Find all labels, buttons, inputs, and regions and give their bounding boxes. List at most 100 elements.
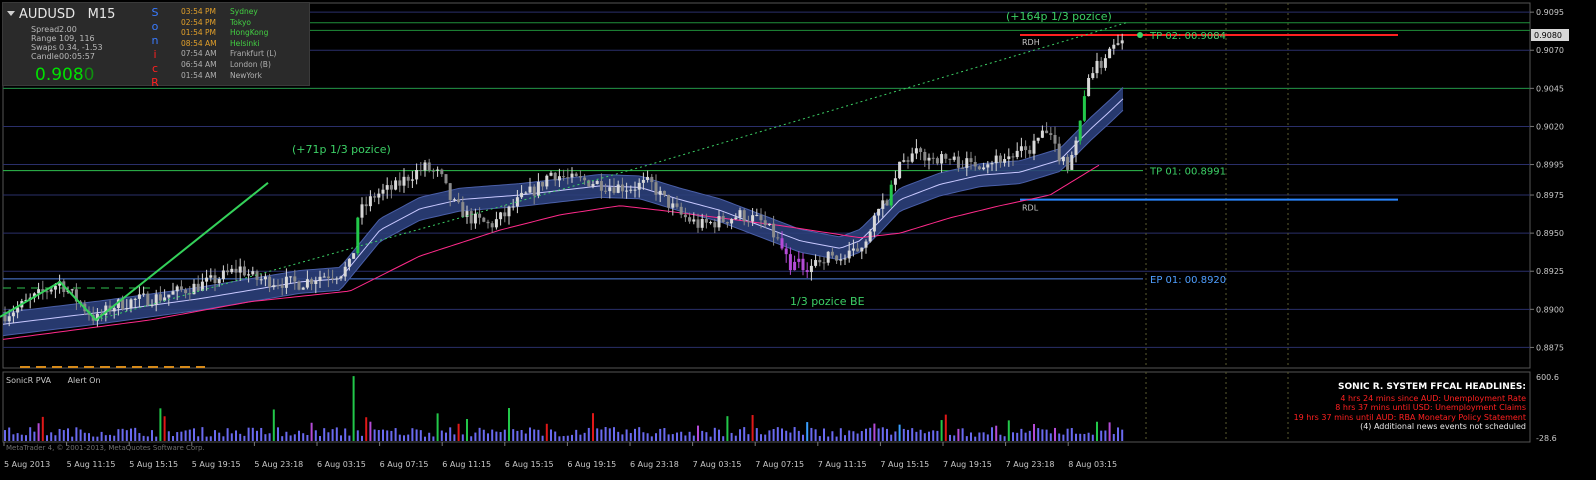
pva-alert-status: Alert On: [67, 376, 101, 385]
session-row: 03:54 PM Sydney: [181, 7, 276, 18]
candle-body: [1116, 43, 1120, 45]
session-time: 03:54 PM: [181, 7, 216, 16]
candle-body: [45, 291, 49, 293]
candle-body: [948, 158, 952, 160]
candle-body: [721, 216, 725, 223]
session-row: 01:54 AM NewYork: [181, 71, 276, 82]
candle-body: [1015, 150, 1019, 158]
candle-body: [746, 221, 750, 223]
y-tick-label: 0.8875: [1536, 343, 1564, 352]
candle-body: [679, 206, 683, 215]
candle-body: [394, 180, 398, 190]
candle-body: [163, 297, 167, 301]
candle-body: [809, 265, 813, 273]
candle-body: [549, 172, 553, 176]
candle-body: [709, 222, 713, 224]
candle-body: [982, 167, 986, 170]
candle-body: [738, 210, 742, 218]
candle-body: [881, 200, 885, 209]
candle-body: [1087, 77, 1091, 97]
candle-body: [440, 169, 444, 175]
rdh-label: RDH: [1022, 38, 1040, 47]
candle-body: [377, 193, 381, 198]
candle-body: [419, 170, 423, 172]
collapse-icon[interactable]: [7, 11, 15, 16]
candle-body: [150, 304, 154, 306]
candle-body: [179, 286, 183, 290]
candle-body: [507, 206, 511, 217]
candle-body: [805, 270, 809, 273]
sonic-letter: S: [151, 6, 159, 19]
candle-body: [268, 276, 272, 288]
candle-body: [1045, 130, 1049, 134]
annotation-be: 1/3 pozice BE: [790, 295, 865, 308]
candle-body: [301, 287, 305, 290]
candle-body: [230, 268, 234, 273]
candle-body: [415, 170, 419, 180]
symbol-name: AUDUSD: [19, 7, 76, 22]
candle-body: [788, 254, 792, 271]
sonic-letter: o: [151, 20, 159, 33]
candle-body: [251, 271, 255, 275]
candle-body: [532, 186, 536, 196]
candle-body: [158, 294, 162, 301]
candle-body: [923, 151, 927, 161]
symbol-info-panel: AUDUSD M15 Spread2.00 Range 109, 116 Swap…: [2, 2, 310, 89]
session-name: Helsinki: [230, 38, 260, 48]
candle-body: [604, 190, 608, 192]
candle-body: [242, 266, 246, 276]
candle-body: [784, 248, 788, 255]
y-tick-label: 0.8900: [1536, 305, 1564, 314]
candle-body: [125, 308, 129, 310]
x-tick-label: 7 Aug 15:15: [880, 460, 929, 469]
x-tick-label: 7 Aug 23:18: [1006, 460, 1055, 469]
candle-body: [646, 176, 650, 180]
candle-body: [385, 185, 389, 190]
candle-body: [637, 182, 641, 190]
candle-body: [360, 204, 364, 218]
candle-body: [184, 289, 188, 294]
headlines-footer: (4) Additional news events not scheduled: [1360, 422, 1526, 431]
x-tick-label: 6 Aug 15:15: [505, 460, 554, 469]
candle-body: [259, 279, 263, 281]
tp1-label: TP 01: 00.8991: [1149, 167, 1226, 178]
x-tick-label: 5 Aug 15:15: [129, 460, 178, 469]
candle-body: [402, 176, 406, 186]
candle-body: [1103, 58, 1107, 68]
candle-body: [990, 163, 994, 165]
candle-body: [112, 308, 116, 312]
headline-item: 8 hrs 37 mins until USD: Unemployment Cl…: [1335, 403, 1526, 412]
candle-body: [700, 218, 704, 228]
sonic-letter: n: [151, 34, 159, 47]
session-row: 08:54 AM Helsinki: [181, 39, 276, 50]
candle-body: [763, 220, 767, 226]
y-tick-label: 0.9045: [1536, 84, 1564, 93]
candle-body: [872, 215, 876, 232]
candle-body: [599, 181, 603, 191]
candle-body: [826, 251, 830, 263]
candle-body: [545, 175, 549, 187]
x-tick-label: 5 Aug 11:15: [67, 460, 116, 469]
headline-item: 19 hrs 37 mins until AUD: RBA Monetary P…: [1293, 412, 1526, 422]
candle-body: [868, 231, 872, 242]
candle-body: [835, 255, 839, 261]
candle-body: [658, 190, 662, 195]
session-time: 07:54 AM: [181, 49, 217, 59]
candle-timer: 00:05:57: [59, 52, 95, 61]
candle-body: [1032, 140, 1036, 154]
candle-body: [830, 251, 834, 256]
candle-body: [305, 279, 309, 288]
candle-body: [364, 204, 368, 207]
candle-body: [566, 177, 570, 179]
x-tick-label: 5 Aug 19:15: [192, 460, 241, 469]
candle-body: [1049, 133, 1053, 136]
candle-body: [276, 285, 280, 287]
candle-body: [574, 173, 578, 177]
candle-body: [310, 279, 314, 285]
candle-body: [318, 276, 322, 281]
candle-body: [389, 185, 393, 190]
candle-body: [499, 212, 503, 220]
candle-body: [347, 258, 351, 267]
candle-body: [322, 276, 326, 278]
x-tick-label: 8 Aug 03:15: [1068, 460, 1117, 469]
